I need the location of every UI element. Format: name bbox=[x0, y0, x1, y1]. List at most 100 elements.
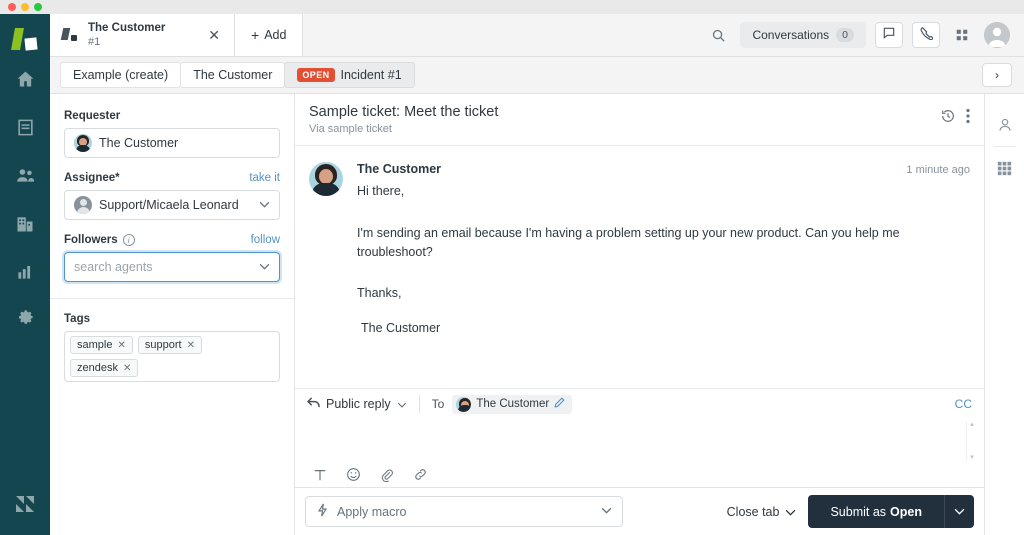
close-tab-button[interactable]: Close tab bbox=[727, 505, 797, 519]
more-vertical-icon[interactable] bbox=[966, 108, 970, 129]
search-icon[interactable] bbox=[705, 22, 731, 48]
chevron-down-icon bbox=[785, 505, 796, 519]
sidebar-item-organizations[interactable] bbox=[0, 206, 50, 246]
conversations-label: Conversations bbox=[752, 28, 830, 42]
attachment-icon[interactable] bbox=[380, 468, 394, 482]
reply-arrow-icon bbox=[306, 397, 320, 411]
info-icon[interactable]: i bbox=[122, 234, 135, 246]
assignee-avatar bbox=[74, 196, 92, 214]
follow-link[interactable]: follow bbox=[251, 234, 280, 246]
cc-link[interactable]: CC bbox=[955, 397, 972, 411]
chevron-down-icon bbox=[601, 506, 612, 517]
sidebar-item-views[interactable] bbox=[0, 110, 50, 150]
conversations-count-badge: 0 bbox=[836, 28, 854, 42]
remove-tag-icon[interactable]: ✕ bbox=[187, 340, 195, 351]
close-tab-icon[interactable]: ✕ bbox=[204, 27, 224, 44]
sidebar-item-home[interactable] bbox=[0, 62, 50, 102]
submit-prefix: Submit as bbox=[830, 504, 887, 519]
tab-strip: The Customer #1 ✕ + Add Conversations 0 bbox=[50, 14, 1024, 57]
emoji-icon[interactable] bbox=[346, 467, 361, 482]
conversations-button[interactable]: Conversations 0 bbox=[740, 22, 866, 48]
window-minimize-button[interactable] bbox=[21, 3, 29, 11]
requester-label: Requester bbox=[64, 110, 121, 122]
sidebar-item-customers[interactable] bbox=[0, 158, 50, 198]
sidebar-item-reporting[interactable] bbox=[0, 254, 50, 294]
close-tab-label: Close tab bbox=[726, 504, 780, 519]
apps-panel-icon[interactable] bbox=[985, 151, 1024, 185]
reply-type-label: Public reply bbox=[326, 397, 391, 411]
tag-chip[interactable]: zendesk ✕ bbox=[70, 359, 139, 377]
page-title: Sample ticket: Meet the ticket bbox=[309, 104, 499, 120]
breadcrumb-label: Incident #1 bbox=[340, 68, 402, 82]
ticket-main-pane: Sample ticket: Meet the ticket Via sampl… bbox=[295, 94, 985, 535]
reply-type-selector[interactable]: Public reply bbox=[306, 397, 407, 411]
phone-button[interactable] bbox=[912, 22, 940, 48]
message-author: The Customer bbox=[357, 162, 442, 176]
ticket-icon bbox=[60, 28, 80, 42]
reporting-icon bbox=[16, 262, 35, 286]
rail-divider bbox=[993, 146, 1016, 147]
breadcrumb-next-button[interactable]: › bbox=[982, 63, 1012, 87]
pencil-icon[interactable] bbox=[554, 397, 565, 411]
add-tab-label: Add bbox=[264, 28, 287, 42]
requester-value: The Customer bbox=[99, 136, 179, 150]
chevron-right-icon: › bbox=[995, 68, 999, 82]
add-tab-button[interactable]: + Add bbox=[235, 14, 304, 56]
apply-macro-label: Apply macro bbox=[337, 504, 407, 519]
recipient-chip[interactable]: The Customer bbox=[452, 394, 573, 414]
tag-chip[interactable]: support ✕ bbox=[137, 336, 202, 354]
chat-button[interactable] bbox=[875, 22, 903, 48]
scroll-up-arrow[interactable]: ▴ bbox=[970, 421, 974, 428]
chevron-down-icon bbox=[397, 397, 407, 411]
apps-grid-icon[interactable] bbox=[949, 22, 975, 48]
customers-icon bbox=[15, 165, 36, 191]
breadcrumb-item-0[interactable]: Example (create) bbox=[60, 62, 182, 88]
remove-tag-icon[interactable]: ✕ bbox=[123, 363, 131, 374]
ticket-properties-panel: Requester The Customer Assignee* take it… bbox=[50, 94, 295, 535]
chevron-down-icon bbox=[259, 262, 270, 273]
text-format-icon[interactable] bbox=[313, 468, 327, 482]
history-clock-icon[interactable] bbox=[940, 108, 956, 129]
sidebar-item-admin[interactable] bbox=[0, 302, 50, 342]
ticket-tab-title: The Customer bbox=[88, 21, 166, 34]
requester-avatar bbox=[74, 134, 92, 152]
window-titlebar bbox=[0, 0, 1024, 14]
message-body: I'm sending an email because I'm having … bbox=[357, 225, 900, 259]
plus-icon: + bbox=[251, 27, 260, 43]
composer-scrollbar[interactable]: ▴ ▾ bbox=[966, 421, 977, 461]
reply-textarea[interactable]: ▴ ▾ bbox=[295, 419, 984, 461]
submit-options-button[interactable] bbox=[944, 495, 974, 528]
tag-chip[interactable]: sample ✕ bbox=[70, 336, 133, 354]
assignee-select[interactable]: Support/Micaela Leonard bbox=[64, 190, 280, 220]
apply-macro-select[interactable]: Apply macro bbox=[305, 496, 623, 527]
breadcrumb-label: Example (create) bbox=[73, 68, 169, 82]
user-avatar[interactable] bbox=[984, 22, 1010, 48]
ticket-tab[interactable]: The Customer #1 ✕ bbox=[50, 14, 235, 56]
message-avatar bbox=[309, 162, 343, 196]
window-close-button[interactable] bbox=[8, 3, 16, 11]
chat-icon bbox=[882, 26, 896, 45]
submit-split-button: Submit as Open bbox=[808, 495, 974, 528]
ticket-via: Via sample ticket bbox=[309, 123, 392, 135]
message-greeting: Hi there, bbox=[357, 184, 405, 198]
ticket-tab-number: #1 bbox=[88, 35, 101, 48]
take-it-link[interactable]: take it bbox=[249, 172, 280, 184]
tag-label: support bbox=[144, 339, 182, 351]
views-icon bbox=[16, 118, 35, 142]
window-maximize-button[interactable] bbox=[34, 3, 42, 11]
submit-status: Open bbox=[890, 504, 922, 519]
submit-button[interactable]: Submit as Open bbox=[808, 495, 944, 528]
breadcrumb-item-2[interactable]: OPEN Incident #1 bbox=[284, 62, 415, 88]
requester-field[interactable]: The Customer bbox=[64, 128, 280, 158]
followers-input[interactable]: search agents bbox=[64, 252, 280, 282]
link-icon[interactable] bbox=[413, 467, 428, 482]
remove-tag-icon[interactable]: ✕ bbox=[117, 340, 125, 351]
composer-toolbar bbox=[295, 461, 984, 488]
breadcrumb-item-1[interactable]: The Customer bbox=[180, 62, 286, 88]
status-badge: OPEN bbox=[297, 68, 335, 82]
tags-input[interactable]: sample ✕ support ✕ zendesk ✕ bbox=[64, 331, 280, 382]
phone-icon bbox=[919, 26, 934, 45]
message-signature: The Customer bbox=[361, 321, 441, 335]
user-panel-icon[interactable] bbox=[985, 108, 1024, 142]
scroll-down-arrow[interactable]: ▾ bbox=[970, 454, 974, 461]
